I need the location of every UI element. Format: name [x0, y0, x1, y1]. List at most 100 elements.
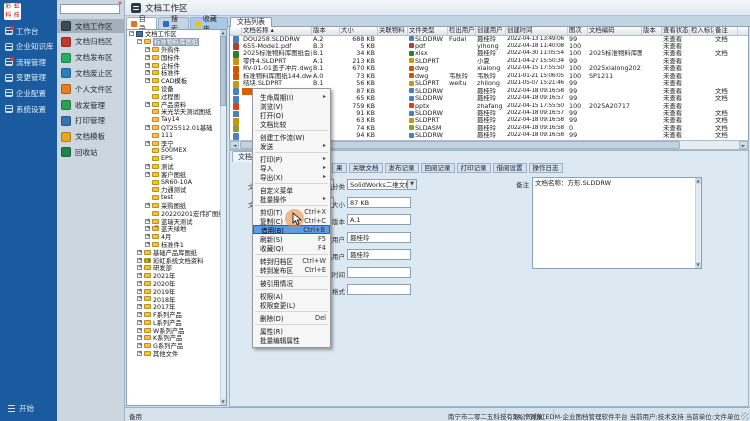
tree-expand-icon[interactable]: + — [145, 55, 150, 60]
tree-expand-icon[interactable]: + — [145, 242, 150, 247]
tree-node[interactable]: +其他文件 — [127, 350, 226, 358]
detail-tab-4[interactable]: 回阅记录 — [421, 163, 455, 173]
tree-node[interactable]: +蓝瑞天测试 — [127, 217, 226, 225]
tree-node[interactable]: +采购图纸 — [127, 202, 226, 210]
tree-node[interactable]: +CAD模板 — [127, 77, 226, 85]
tree-scroll-thumb[interactable] — [220, 36, 226, 106]
sidebar-item-3[interactable]: 文档发布区 — [57, 51, 125, 65]
column-header-icon[interactable] — [230, 27, 242, 35]
tree-node[interactable]: +L系列产品 — [127, 318, 226, 326]
tree-node[interactable]: +企标件 — [127, 61, 226, 69]
detail-tab-6[interactable]: 借阅设置 — [493, 163, 527, 173]
tree-scrollbar[interactable]: ▲ ▼ — [220, 30, 226, 405]
tree-node[interactable]: +2018年 — [127, 295, 226, 303]
menu-item[interactable]: 收藏(Q)F4 — [253, 243, 330, 252]
remark-scrollbar[interactable]: ▲ ▼ — [695, 178, 701, 268]
menu-item[interactable]: 转到发布区Ctrl+E — [253, 265, 330, 274]
column-header-检出用户[interactable]: 检出用户 — [448, 27, 476, 35]
detail-tab-7[interactable]: 操作日志 — [529, 163, 563, 173]
scroll-right-icon[interactable]: ► — [739, 141, 748, 149]
tree-expand-icon[interactable]: + — [145, 234, 150, 239]
column-header-文件类型[interactable]: 文件类型 — [408, 27, 448, 35]
chevron-down-icon[interactable]: ▼ — [407, 180, 416, 189]
file-name-cell[interactable]: 2025标准物料库图纸会讨开... — [242, 50, 312, 57]
table-row[interactable]: 2025标准物料库图纸会讨开...B.134 KBxlsx聂桂玲2022-04-… — [230, 50, 748, 57]
tab-document-list[interactable]: 文档列表 — [230, 17, 272, 27]
menu-item[interactable]: 文档比较 — [253, 119, 330, 128]
tree-node[interactable]: 111 — [127, 131, 226, 139]
tree-node[interactable]: +2021年 — [127, 272, 226, 280]
field-input[interactable]: 聂桂玲 — [347, 249, 411, 260]
file-name-cell[interactable]: RV-01-01盖子冲片.dwg — [242, 65, 312, 72]
tree-expand-icon[interactable]: + — [137, 273, 142, 278]
sidebar-item-1[interactable]: 文档工作区 — [57, 19, 125, 33]
tree-node[interactable]: +蓝天绿地 — [127, 225, 226, 233]
file-name-cell[interactable]: 655-Mode1.pdf — [242, 43, 312, 50]
tree-expand-icon[interactable]: + — [145, 63, 150, 68]
column-header-版本[interactable]: 版本 — [312, 27, 340, 35]
nav-item-6[interactable]: 系统设置 — [0, 102, 57, 116]
sidebar-item-7[interactable]: 打印管理 — [57, 114, 125, 128]
column-header-版本[interactable]: 版本 — [642, 27, 662, 35]
tree-node[interactable]: +客户图纸 — [127, 170, 226, 178]
tree-expand-icon[interactable]: + — [137, 320, 142, 325]
column-header-备注[interactable]: 备注 — [714, 27, 738, 35]
start-button[interactable]: 开始 — [0, 402, 57, 415]
tree-node[interactable]: 20220201宏伟扩图纸 — [127, 209, 226, 217]
table-row[interactable]: 655-Mode1.pdfB.35 KBpdfyihong2022-04-18 … — [230, 43, 748, 50]
tree-node[interactable]: +F系列产品 — [127, 311, 226, 319]
table-row[interactable]: RV-01-01盖子冲片.dwgB.1670 KBdwgxialong2022-… — [230, 65, 748, 72]
tree-expand-icon[interactable]: + — [137, 312, 142, 317]
detail-tab-5[interactable]: 打印记录 — [457, 163, 491, 173]
scroll-down-icon[interactable]: ▼ — [695, 262, 701, 268]
tree-node[interactable]: Tay14 — [127, 116, 226, 124]
menu-item[interactable]: 被引用情况 — [253, 278, 330, 287]
nav-item-2[interactable]: 企业知识库 — [0, 40, 57, 54]
tree-expand-icon[interactable]: + — [137, 296, 142, 301]
tree-expand-icon[interactable]: + — [145, 141, 150, 146]
tree-node[interactable]: +基础产品库图纸 — [127, 248, 226, 256]
column-header-检入标记[interactable]: 检入标记 — [690, 27, 714, 35]
tree-expand-icon[interactable]: + — [145, 47, 150, 52]
tree-node[interactable]: +外购件 — [127, 46, 226, 54]
tree-node[interactable]: SR60-10A — [127, 178, 226, 186]
tree-node[interactable]: 过程图 — [127, 92, 226, 100]
tree-expand-icon[interactable]: + — [145, 203, 150, 208]
column-header-文档编码[interactable]: 文档编码 — [588, 27, 642, 35]
tree-node[interactable]: +测试 — [127, 163, 226, 171]
tree-node[interactable]: −标准物料库图纸 — [127, 38, 226, 46]
file-name-cell[interactable]: 零件4.SLDPRT — [242, 58, 312, 65]
tree-expand-icon[interactable]: + — [137, 250, 142, 255]
table-row[interactable]: 结块.SLDPRTB.156 KBSLDPRTweituzhilong2021-… — [230, 80, 748, 87]
tree-expand-icon[interactable]: + — [137, 265, 142, 270]
tree-expand-icon[interactable]: − — [137, 39, 142, 44]
tree-expand-icon[interactable]: + — [145, 78, 150, 83]
tree-node[interactable]: +标准件1 — [127, 241, 226, 249]
file-name-cell[interactable]: 结块.SLDPRT — [242, 80, 312, 87]
tree-expand-icon[interactable]: + — [137, 258, 142, 263]
tree-node[interactable]: +产品资料 — [127, 100, 226, 108]
column-header-创建用户[interactable]: 创建用户 — [476, 27, 506, 35]
tree-expand-icon[interactable]: + — [145, 102, 150, 107]
detail-tab-2[interactable]: 关联文档 — [349, 163, 383, 173]
tree-node[interactable]: 米光华天测试图纸 — [127, 108, 226, 116]
tree-expand-icon[interactable]: + — [145, 164, 150, 169]
field-input[interactable]: 87 KB — [347, 197, 411, 208]
table-row[interactable]: 零件4.SLDPRTA.1213 KBSLDPRT小夏2021-04-27 15… — [230, 58, 748, 65]
tree-node[interactable]: +彩虹系统文档资料 — [127, 256, 226, 264]
tree-expand-icon[interactable]: + — [145, 219, 150, 224]
tree-expand-icon[interactable]: + — [137, 328, 142, 333]
menu-item[interactable]: 发送▸ — [253, 141, 330, 150]
nav-item-3[interactable]: 流程管理 — [0, 55, 57, 69]
menu-item[interactable]: 权限变更(L) — [253, 300, 330, 309]
tree-expand-icon[interactable]: + — [137, 343, 142, 348]
menu-item[interactable]: 导出(X)▸ — [253, 172, 330, 181]
column-header-图次[interactable]: 图次 — [568, 27, 588, 35]
tree-node[interactable]: +李宁 — [127, 139, 226, 147]
sidebar-item-9[interactable]: 回收站 — [57, 145, 125, 159]
sidebar-item-4[interactable]: 文档废止区 — [57, 66, 125, 80]
column-header-关联物料[interactable]: 关联物料 — [378, 27, 408, 35]
tree-node[interactable]: 500MEX — [127, 147, 226, 155]
tree-node[interactable]: +K系列产品 — [127, 334, 226, 342]
column-header-文档名称[interactable]: 文档名称 ▴ — [242, 27, 312, 35]
